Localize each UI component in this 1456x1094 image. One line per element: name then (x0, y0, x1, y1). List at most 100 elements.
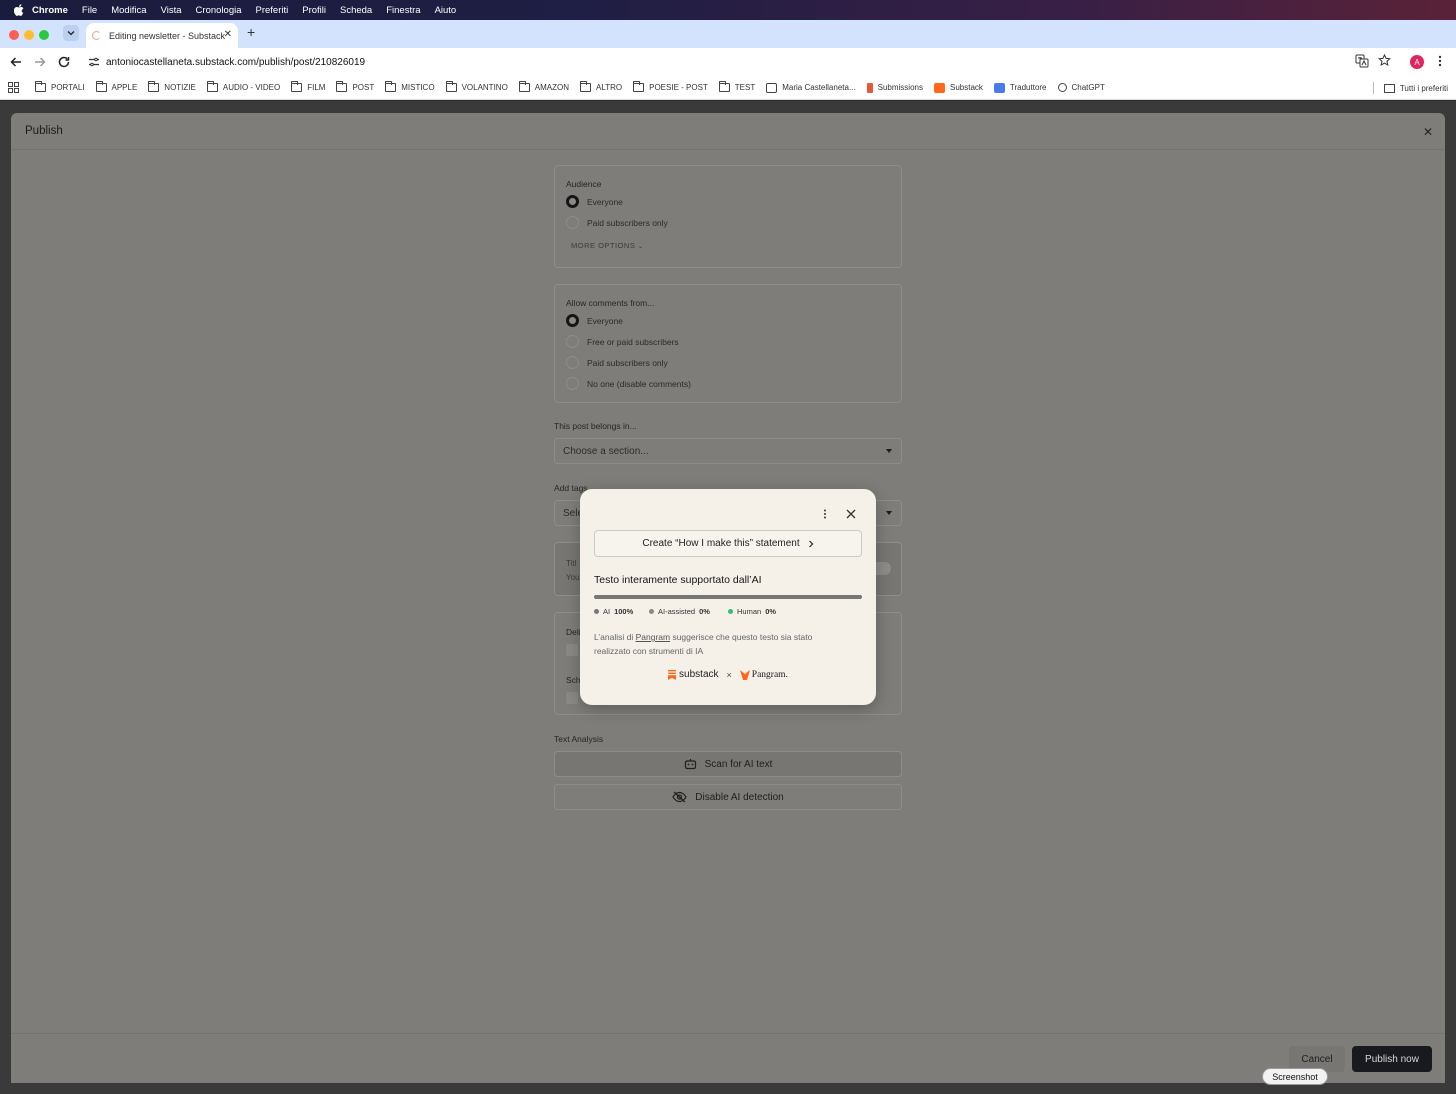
ai-explanation: L’analisi di Pangram suggerisce che ques… (594, 630, 844, 658)
window-zoom-button[interactable] (39, 30, 49, 40)
folder-icon (445, 81, 457, 92)
radio-label: Everyone (587, 316, 623, 326)
screenshot-tooltip: Screenshot (1262, 1068, 1328, 1085)
radio-comments-everyone[interactable] (566, 314, 579, 327)
bookmark-link[interactable]: ChatGPT (1057, 83, 1105, 92)
bookmark-folder[interactable]: POST (336, 81, 374, 92)
radio-label: Paid subscribers only (587, 218, 668, 228)
bookmark-folder[interactable]: POESIE - POST (633, 81, 708, 92)
menu-file[interactable]: File (82, 5, 97, 16)
menu-finestra[interactable]: Finestra (386, 5, 420, 16)
profile-avatar[interactable]: A (1410, 55, 1424, 69)
bookmark-link[interactable]: Maria Castellaneta... (766, 82, 856, 93)
apps-grid-icon[interactable] (8, 82, 19, 93)
site-settings-icon[interactable] (88, 56, 100, 68)
divider (1372, 82, 1374, 94)
bookmark-label: Substack (949, 83, 983, 92)
translate-icon[interactable] (1355, 54, 1369, 68)
legend-dot (649, 609, 654, 614)
comments-card: Allow comments from... Everyone Free or … (554, 284, 902, 403)
menu-preferiti[interactable]: Preferiti (256, 5, 289, 16)
times-symbol: × (726, 669, 732, 680)
page-favicon-icon (766, 82, 778, 93)
radio-label: No one (disable comments) (587, 379, 691, 389)
card-text: You (566, 573, 580, 582)
radio-comments-none[interactable] (566, 377, 579, 390)
tab-search-button[interactable] (63, 25, 79, 41)
menu-cronologia[interactable]: Cronologia (196, 5, 242, 16)
new-tab-button[interactable]: + (247, 24, 255, 40)
ai-verdict-title: Testo interamente supportato dall’AI (594, 574, 762, 586)
macos-menubar: Chrome File Modifica Vista Cronologia Pr… (0, 0, 1456, 20)
checkbox[interactable] (566, 644, 578, 656)
panel-footer (11, 1033, 1445, 1083)
text-analysis-label: Text Analysis (554, 734, 604, 744)
ai-score-bar (594, 595, 862, 599)
bookmark-folder[interactable]: NOTIZIE (148, 81, 196, 92)
radio-label: Paid subscribers only (587, 358, 668, 368)
bookmark-folder[interactable]: APPLE (95, 81, 138, 92)
radio-audience-everyone[interactable] (566, 195, 579, 208)
apple-icon[interactable] (14, 4, 32, 16)
bookmarks-bar: PORTALI APPLE NOTIZIE AUDIO - VIDEO FILM… (0, 76, 1456, 100)
bookmark-folder[interactable]: MISTICO (385, 81, 435, 92)
bookmark-label: AUDIO - VIDEO (222, 83, 281, 92)
folder-icon (206, 81, 218, 92)
all-bookmarks-label: Tutti i preferiti (1399, 83, 1448, 93)
menu-vista[interactable]: Vista (161, 5, 182, 16)
radio-audience-paid[interactable] (566, 216, 579, 229)
bookmark-folder[interactable]: ALTRO (580, 81, 622, 92)
bookmark-folder[interactable]: AMAZON (518, 81, 569, 92)
scan-ai-text-button[interactable]: Scan for AI text (554, 751, 902, 777)
section-select-value: Choose a section... (563, 446, 649, 457)
reload-button[interactable] (56, 54, 72, 70)
substack-favicon (92, 31, 101, 40)
caret-down-icon (886, 511, 892, 515)
all-bookmarks-button[interactable]: Tutti i preferiti (1372, 82, 1448, 94)
bookmark-label: Traduttore (1009, 83, 1047, 92)
pangram-icon (739, 669, 750, 680)
bookmark-label: APPLE (111, 83, 138, 92)
close-icon[interactable]: ✕ (1423, 125, 1433, 139)
bookmark-folder[interactable]: PORTALI (35, 81, 85, 92)
tab-close-icon[interactable]: ✕ (224, 29, 232, 40)
checkbox[interactable] (566, 692, 578, 704)
bookmark-link[interactable]: Substack (933, 82, 983, 93)
folder-icon (336, 81, 348, 92)
radio-comments-paid[interactable] (566, 356, 579, 369)
folder-icon (518, 81, 530, 92)
address-bar[interactable]: antoniocastellaneta.substack.com/publish… (82, 51, 1396, 73)
section-select[interactable]: Choose a section... (554, 438, 902, 464)
window-minimize-button[interactable] (24, 30, 34, 40)
more-options-button[interactable]: MORE OPTIONS ⌄ (571, 241, 643, 250)
menu-aiuto[interactable]: Aiuto (435, 5, 457, 16)
window-close-button[interactable] (9, 30, 19, 40)
menu-profili[interactable]: Profili (302, 5, 326, 16)
menu-chrome[interactable]: Chrome (32, 5, 68, 16)
comments-label: Allow comments from... (566, 298, 655, 308)
menu-modifica[interactable]: Modifica (111, 5, 146, 16)
bookmark-link[interactable]: Traduttore (993, 82, 1047, 93)
legend-value: 0% (765, 607, 777, 616)
publish-now-button[interactable]: Publish now (1352, 1046, 1432, 1072)
bookmark-link[interactable]: Submissions (866, 82, 923, 93)
close-icon[interactable] (845, 508, 857, 520)
robot-icon (684, 759, 696, 770)
forward-button[interactable] (32, 54, 48, 70)
bookmark-folder[interactable]: VOLANTINO (445, 81, 508, 92)
bookmark-folder[interactable]: FILM (291, 81, 326, 92)
more-options-icon[interactable] (822, 508, 828, 520)
create-statement-button[interactable]: Create “How I make this” statement (594, 530, 862, 557)
back-button[interactable] (8, 54, 24, 70)
scan-ai-text-label: Scan for AI text (704, 758, 773, 770)
bookmark-label: FILM (307, 83, 326, 92)
bookmark-folder[interactable]: TEST (718, 81, 755, 92)
browser-tab[interactable]: Editing newsletter - Substack ✕ (86, 23, 238, 48)
bookmark-folder[interactable]: AUDIO - VIDEO (206, 81, 281, 92)
radio-comments-free-or-paid[interactable] (566, 335, 579, 348)
menu-scheda[interactable]: Scheda (340, 5, 372, 16)
kebab-menu-icon[interactable] (1437, 54, 1443, 68)
pangram-link[interactable]: Pangram (636, 632, 671, 642)
disable-ai-detection-button[interactable]: Disable AI detection (554, 784, 902, 810)
bookmark-star-icon[interactable] (1378, 54, 1391, 67)
